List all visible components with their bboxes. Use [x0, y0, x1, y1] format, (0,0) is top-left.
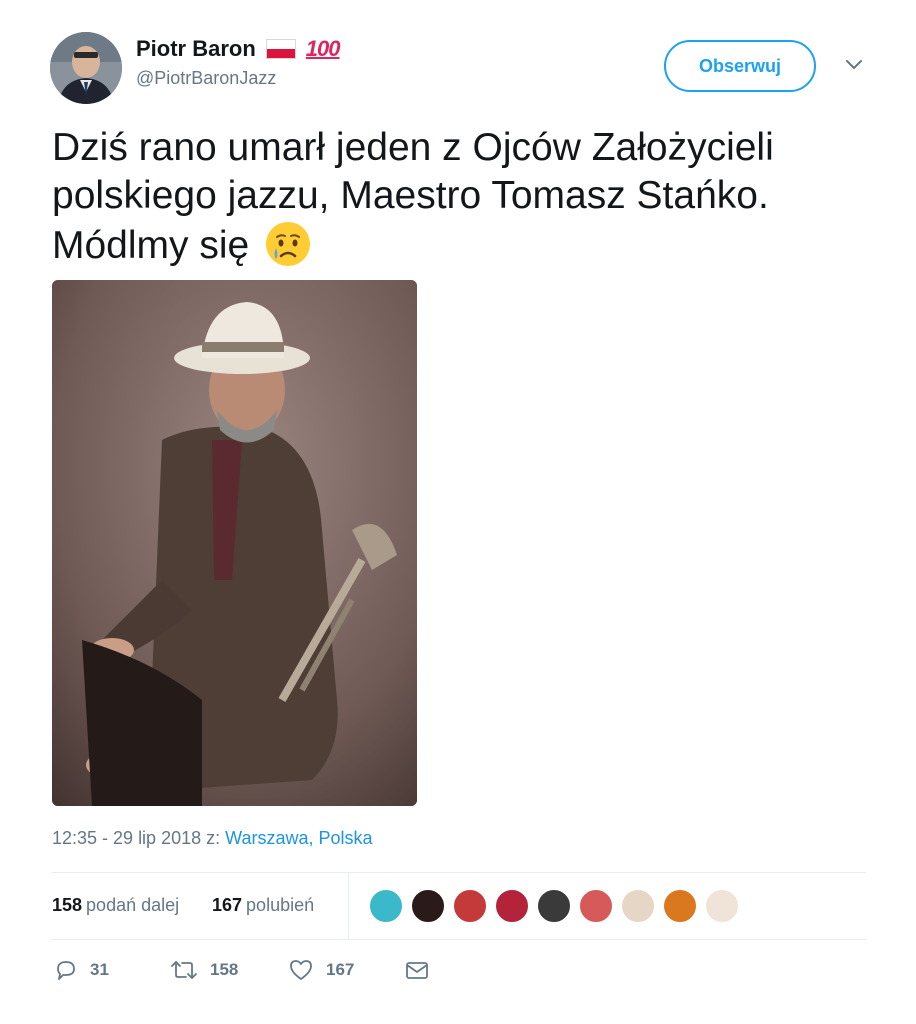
retweet-icon	[171, 961, 197, 979]
retweets-stat[interactable]: 158 podań dalej	[52, 895, 179, 916]
retweets-label: podań dalej	[86, 895, 180, 915]
liker-avatar[interactable]	[410, 888, 446, 924]
user-names: Piotr Baron 100 @PiotrBaronJazz	[136, 36, 341, 89]
retweet-count: 158	[210, 960, 239, 979]
like-button[interactable]: 167	[288, 958, 354, 982]
reply-button[interactable]: 31	[54, 958, 109, 982]
liker-avatar[interactable]	[620, 888, 656, 924]
tweet-stats: 158 podań dalej 167 polubień	[52, 873, 866, 939]
liker-avatar[interactable]	[662, 888, 698, 924]
tweet-timestamp: 12:35 - 29 lip 2018 z: Warszawa, Polska	[52, 828, 373, 849]
divider	[52, 939, 866, 940]
location-link[interactable]: Warszawa, Polska	[225, 828, 372, 848]
retweet-button[interactable]: 158	[170, 958, 238, 982]
likes-count: 167	[212, 895, 243, 915]
tweet-line: Dziś rano umarł jeden z Ojców Założyciel…	[52, 126, 774, 169]
liker-avatar[interactable]	[536, 888, 572, 924]
follow-button[interactable]: Obserwuj	[664, 40, 816, 92]
poland-flag-icon	[265, 39, 296, 59]
reply-count: 31	[90, 960, 109, 979]
retweets-count: 158	[52, 895, 83, 915]
liker-avatar[interactable]	[368, 888, 404, 924]
liker-avatar[interactable]	[494, 888, 530, 924]
liker-avatar[interactable]	[578, 888, 614, 924]
stats-separator	[348, 873, 349, 939]
likes-stat[interactable]: 167 polubień	[212, 895, 314, 916]
tweet-photo[interactable]	[52, 280, 417, 806]
hundred-points-icon: 100	[305, 36, 341, 61]
tweet-line: Módlmy się	[52, 224, 250, 267]
display-name[interactable]: Piotr Baron	[136, 36, 256, 62]
crying-face-icon	[266, 222, 311, 266]
name-row: Piotr Baron 100	[136, 36, 341, 62]
tweet-line-last: Módlmy się	[52, 220, 852, 270]
tweet-line: polskiego jazzu, Maestro Tomasz Stańko.	[52, 174, 769, 217]
like-count: 167	[326, 960, 355, 979]
user-handle[interactable]: @PiotrBaronJazz	[136, 68, 340, 89]
message-button[interactable]	[404, 958, 430, 982]
time-date[interactable]: 12:35 - 29 lip 2018 z:	[52, 828, 225, 848]
envelope-icon	[406, 962, 428, 979]
liker-avatar[interactable]	[704, 888, 740, 924]
tweet-text: Dziś rano umarł jeden z Ojców Założyciel…	[52, 124, 852, 270]
reply-icon	[57, 961, 75, 980]
liker-avatar[interactable]	[452, 888, 488, 924]
photo-image	[52, 280, 417, 806]
likes-label: polubień	[246, 895, 315, 915]
tweet-header: Piotr Baron 100 @PiotrBaronJazz Obserwuj	[50, 32, 870, 106]
chevron-down-icon[interactable]	[844, 54, 864, 74]
avatar[interactable]	[50, 32, 122, 104]
profile-photo	[50, 32, 122, 104]
heart-icon	[290, 960, 312, 980]
tweet-actions: 31 158 167	[52, 958, 552, 994]
